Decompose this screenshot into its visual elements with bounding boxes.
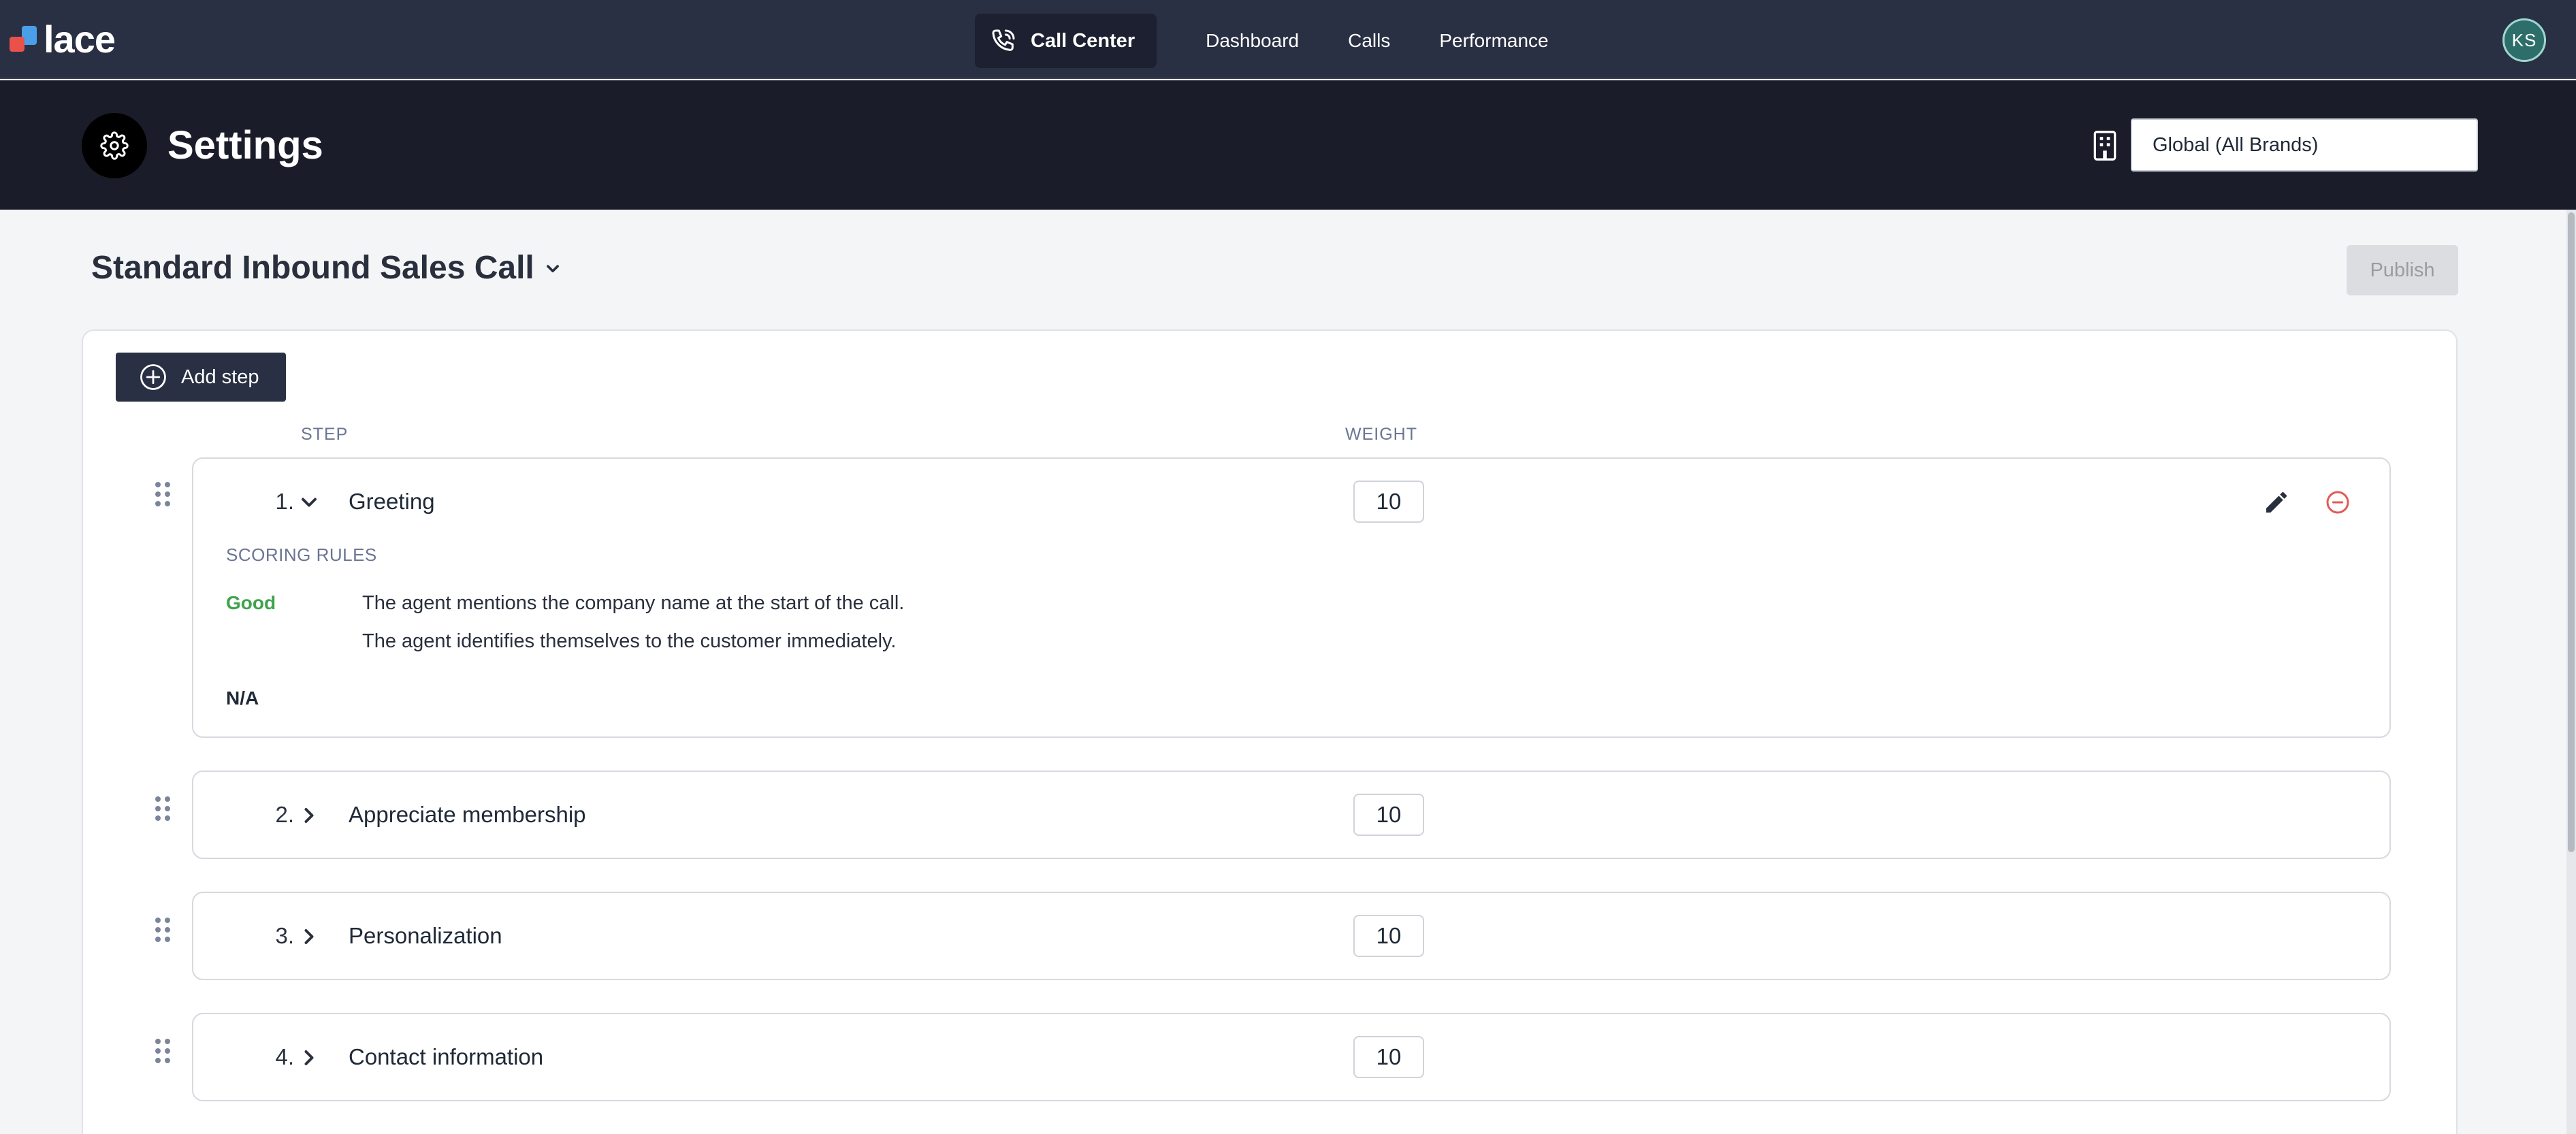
- step-number: 1.: [275, 489, 294, 514]
- scoring-rule-text: The agent identifies themselves to the c…: [362, 630, 897, 652]
- weight-input[interactable]: 10: [1353, 481, 1424, 523]
- publish-button[interactable]: Publish: [2347, 245, 2458, 295]
- edit-pencil-icon[interactable]: [2263, 489, 2290, 516]
- step-card[interactable]: 1. Greeting 10 SCORING RULES Good The ag…: [192, 457, 2391, 738]
- nav-call-center-label: Call Center: [1031, 29, 1136, 52]
- gear-icon: [100, 131, 129, 160]
- nav-calls[interactable]: Calls: [1348, 30, 1390, 52]
- step-name: Contact information: [349, 1044, 544, 1069]
- chevron-down-icon[interactable]: [297, 490, 321, 515]
- phone-icon: [992, 29, 1015, 51]
- logo-text: lace: [44, 18, 116, 61]
- app-logo[interactable]: lace: [10, 18, 116, 61]
- chevron-right-icon[interactable]: [297, 1046, 321, 1070]
- plus-circle-icon: [140, 364, 166, 390]
- chevron-down-icon: [546, 264, 559, 272]
- drag-handle-icon[interactable]: [154, 481, 172, 508]
- step-number: 4.: [275, 1044, 294, 1069]
- page-title: Settings: [167, 123, 323, 167]
- nav-call-center[interactable]: Call Center: [975, 14, 1157, 68]
- brand-select[interactable]: Global (All Brands): [2131, 118, 2478, 172]
- chevron-right-icon[interactable]: [297, 803, 321, 828]
- drag-handle-icon[interactable]: [154, 916, 172, 943]
- script-name: Standard Inbound Sales Call: [91, 250, 534, 286]
- step-card[interactable]: 3. Personalization 10: [192, 892, 2391, 980]
- remove-circle-icon[interactable]: [2324, 489, 2351, 516]
- grade-na-label: N/A: [226, 687, 259, 709]
- building-icon: [2093, 131, 2116, 161]
- settings-header: Settings Global (All Brands): [0, 80, 2576, 210]
- weight-input[interactable]: 10: [1353, 915, 1424, 957]
- drag-handle-icon[interactable]: [154, 795, 172, 822]
- step-name: Personalization: [349, 923, 502, 948]
- scoring-rule-text: The agent mentions the company name at t…: [362, 592, 905, 614]
- grade-good-label: Good: [226, 592, 276, 613]
- step-card[interactable]: 4. Contact information 10: [192, 1013, 2391, 1101]
- logo-mark-icon: [10, 25, 39, 54]
- nav-performance[interactable]: Performance: [1439, 30, 1548, 52]
- step-name: Appreciate membership: [349, 802, 586, 827]
- step-card[interactable]: 2. Appreciate membership 10: [192, 771, 2391, 859]
- nav-dashboard[interactable]: Dashboard: [1206, 30, 1299, 52]
- step-number: 2.: [275, 802, 294, 827]
- weight-input[interactable]: 10: [1353, 794, 1424, 836]
- page-scrollbar[interactable]: [2566, 210, 2576, 1134]
- drag-handle-icon[interactable]: [154, 1037, 172, 1065]
- script-selector[interactable]: Standard Inbound Sales Call: [91, 249, 564, 287]
- step-name: Greeting: [349, 489, 435, 514]
- nav-menu: Call Center Dashboard Calls Performance: [975, 14, 1549, 68]
- step-number: 3.: [275, 923, 294, 948]
- add-step-label: Add step: [181, 366, 259, 388]
- chevron-right-icon[interactable]: [297, 924, 321, 949]
- scrollbar-thumb[interactable]: [2568, 212, 2575, 852]
- top-nav: lace Call Center Dashboard Calls Perform…: [0, 0, 2576, 79]
- user-avatar[interactable]: KS: [2502, 18, 2546, 62]
- column-header-weight: WEIGHT: [1345, 425, 1417, 444]
- settings-badge: [82, 113, 147, 178]
- weight-input[interactable]: 10: [1353, 1036, 1424, 1078]
- add-step-button[interactable]: Add step: [116, 353, 286, 402]
- column-header-step: STEP: [301, 425, 349, 444]
- scoring-rules-label: SCORING RULES: [226, 545, 377, 565]
